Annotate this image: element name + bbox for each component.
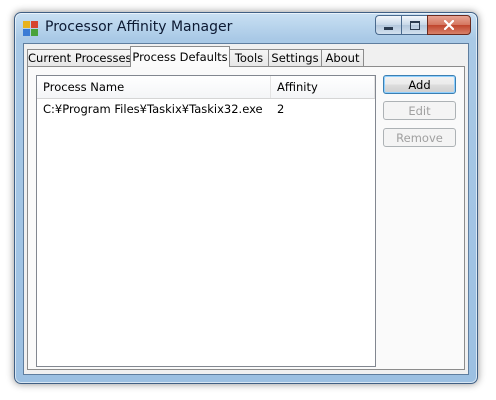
tab-panel-process-defaults: Process Name Affinity C:¥Program Files¥T… — [27, 66, 465, 370]
maximize-button[interactable] — [401, 15, 427, 35]
tab-tools[interactable]: Tools — [229, 49, 269, 67]
app-icon-square-2 — [31, 21, 38, 28]
caption-buttons — [375, 15, 471, 35]
window-title: Processor Affinity Manager — [45, 19, 233, 35]
remove-button[interactable]: Remove — [383, 128, 456, 147]
tab-process-defaults[interactable]: Process Defaults — [130, 46, 230, 67]
tab-settings[interactable]: Settings — [268, 49, 322, 67]
tab-about[interactable]: About — [321, 49, 364, 67]
close-icon — [444, 20, 454, 30]
app-icon-square-4 — [31, 29, 38, 36]
minimize-icon — [384, 26, 393, 30]
edit-button[interactable]: Edit — [383, 101, 456, 120]
process-name-cell: C:¥Program Files¥Taskix¥Taskix32.exe — [43, 102, 263, 116]
list-row[interactable]: C:¥Program Files¥Taskix¥Taskix32.exe 2 — [37, 100, 375, 118]
maximize-icon — [409, 20, 420, 30]
add-button[interactable]: Add — [383, 75, 456, 94]
app-icon-square-1 — [23, 21, 30, 28]
column-header-process-name[interactable]: Process Name — [37, 76, 271, 98]
app-window: Processor Affinity Manager Current Proce… — [14, 12, 478, 384]
client-area: Current Processes Process Defaults Tools… — [23, 43, 469, 375]
process-defaults-list[interactable]: Process Name Affinity C:¥Program Files¥T… — [36, 75, 376, 367]
minimize-button[interactable] — [375, 15, 401, 35]
column-header-affinity[interactable]: Affinity — [271, 76, 375, 98]
app-icon-square-3 — [23, 29, 30, 36]
app-icon[interactable] — [23, 21, 39, 37]
affinity-cell: 2 — [277, 102, 285, 116]
list-header: Process Name Affinity — [37, 76, 375, 99]
title-bar[interactable]: Processor Affinity Manager — [15, 13, 477, 43]
tab-current-processes[interactable]: Current Processes — [27, 49, 132, 67]
close-button[interactable] — [427, 15, 471, 35]
